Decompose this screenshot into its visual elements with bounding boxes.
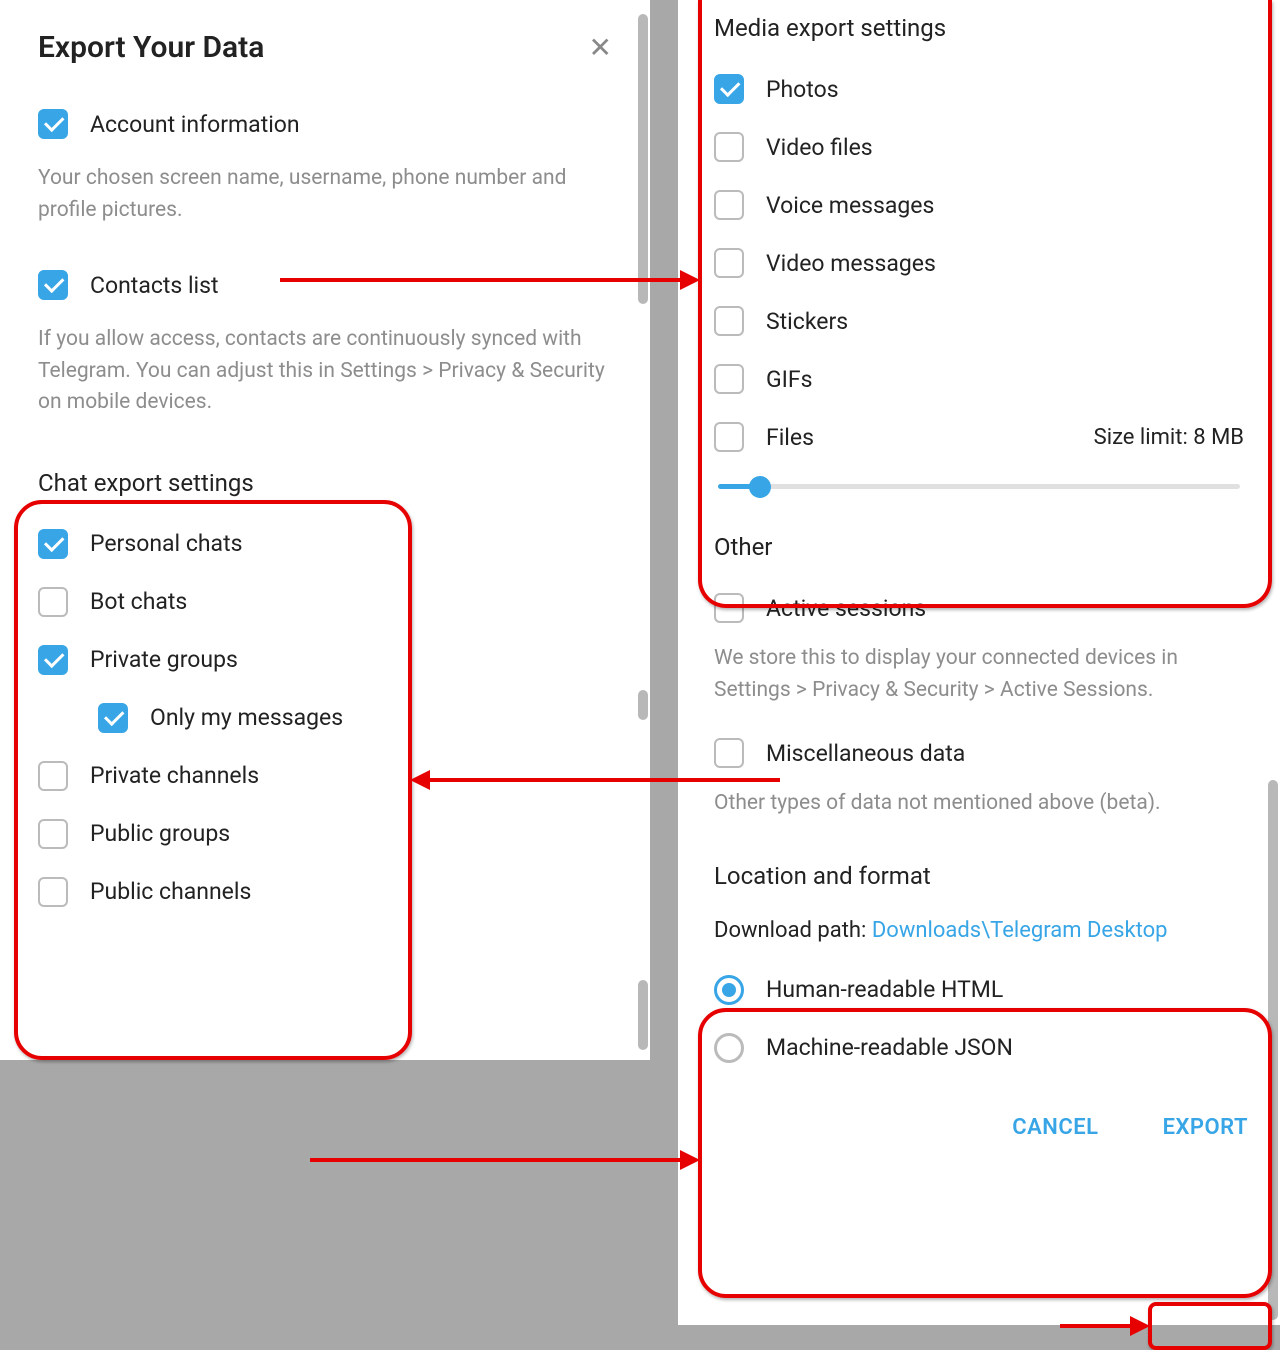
cancel-button[interactable]: CANCEL xyxy=(994,1107,1116,1148)
dialog-title: Export Your Data xyxy=(38,30,264,65)
active-sessions-checkbox[interactable] xyxy=(714,593,744,623)
scrollbar-left-3[interactable] xyxy=(638,980,648,1050)
scrollbar-left-2[interactable] xyxy=(638,690,648,720)
chat-export-title: Chat export settings xyxy=(38,469,612,497)
export-dialog-right: Media export settings Photos Video files… xyxy=(678,0,1280,1325)
format-html-label: Human-readable HTML xyxy=(766,976,1003,1003)
public-groups-checkbox[interactable] xyxy=(38,819,68,849)
location-format-section: Location and format Download path: Downl… xyxy=(678,838,1280,1077)
size-slider-thumb[interactable] xyxy=(749,476,771,498)
video-messages-label: Video messages xyxy=(766,250,936,277)
account-info-row[interactable]: Account information xyxy=(38,95,612,153)
close-icon[interactable]: ✕ xyxy=(589,31,612,64)
stickers-checkbox[interactable] xyxy=(714,306,744,336)
export-dialog-left: Export Your Data ✕ Account information Y… xyxy=(0,0,650,1060)
stickers-row[interactable]: Stickers xyxy=(714,292,1244,350)
size-slider[interactable] xyxy=(714,466,1244,509)
download-path-label: Download path: xyxy=(714,918,872,943)
format-json-label: Machine-readable JSON xyxy=(766,1034,1013,1061)
private-groups-checkbox[interactable] xyxy=(38,645,68,675)
photos-checkbox[interactable] xyxy=(714,74,744,104)
video-files-checkbox[interactable] xyxy=(714,132,744,162)
files-row[interactable]: Files Size limit: 8 MB xyxy=(714,408,1244,466)
gifs-label: GIFs xyxy=(766,366,813,393)
misc-data-label: Miscellaneous data xyxy=(766,740,965,767)
private-channels-label: Private channels xyxy=(90,762,259,789)
contacts-label: Contacts list xyxy=(90,272,219,299)
personal-chats-label: Personal chats xyxy=(90,530,242,557)
files-checkbox[interactable] xyxy=(714,422,744,452)
personal-chats-row[interactable]: Personal chats xyxy=(38,515,612,573)
active-sessions-row[interactable]: Active sessions xyxy=(714,579,1244,637)
scrollbar-left-1[interactable] xyxy=(638,14,648,304)
misc-data-desc: Other types of data not mentioned above … xyxy=(714,782,1244,838)
private-channels-checkbox[interactable] xyxy=(38,761,68,791)
bot-chats-label: Bot chats xyxy=(90,588,187,615)
size-limit-label: Size limit: 8 MB xyxy=(1094,425,1244,450)
other-section: Other Active sessions We store this to d… xyxy=(678,509,1280,838)
only-my-messages-row[interactable]: Only my messages xyxy=(38,689,612,747)
photos-row[interactable]: Photos xyxy=(714,60,1244,118)
location-format-title: Location and format xyxy=(714,862,1244,890)
only-my-messages-label: Only my messages xyxy=(150,704,343,731)
format-json-row[interactable]: Machine-readable JSON xyxy=(714,1019,1244,1077)
export-button[interactable]: EXPORT xyxy=(1145,1107,1266,1148)
account-info-label: Account information xyxy=(90,111,300,138)
personal-chats-checkbox[interactable] xyxy=(38,529,68,559)
gifs-row[interactable]: GIFs xyxy=(714,350,1244,408)
annotation-arrow-3 xyxy=(310,1140,700,1180)
only-my-messages-checkbox[interactable] xyxy=(98,703,128,733)
media-export-title: Media export settings xyxy=(714,0,1244,42)
video-messages-checkbox[interactable] xyxy=(714,248,744,278)
misc-data-checkbox[interactable] xyxy=(714,738,744,768)
contacts-desc: If you allow access, contacts are contin… xyxy=(0,324,650,439)
gifs-checkbox[interactable] xyxy=(714,364,744,394)
account-section: Account information xyxy=(0,85,650,163)
format-html-radio[interactable] xyxy=(714,975,744,1005)
dialog-header: Export Your Data ✕ xyxy=(0,0,650,85)
media-export-section: Media export settings Photos Video files… xyxy=(678,0,1280,509)
misc-data-row[interactable]: Miscellaneous data xyxy=(714,724,1244,782)
account-info-desc: Your chosen screen name, username, phone… xyxy=(0,163,650,246)
active-sessions-label: Active sessions xyxy=(766,595,926,622)
format-html-row[interactable]: Human-readable HTML xyxy=(714,961,1244,1019)
chat-export-section: Chat export settings Personal chats Bot … xyxy=(0,439,650,931)
voice-messages-label: Voice messages xyxy=(766,192,934,219)
public-channels-row[interactable]: Public channels xyxy=(38,863,612,921)
private-groups-row[interactable]: Private groups xyxy=(38,631,612,689)
format-json-radio[interactable] xyxy=(714,1033,744,1063)
contacts-checkbox[interactable] xyxy=(38,270,68,300)
public-channels-label: Public channels xyxy=(90,878,251,905)
bot-chats-row[interactable]: Bot chats xyxy=(38,573,612,631)
account-info-checkbox[interactable] xyxy=(38,109,68,139)
size-slider-track[interactable] xyxy=(718,484,1240,489)
download-path-link[interactable]: Downloads\Telegram Desktop xyxy=(872,918,1168,943)
contacts-section: Contacts list xyxy=(0,246,650,324)
download-path-row: Download path: Downloads\Telegram Deskto… xyxy=(714,908,1244,961)
voice-messages-checkbox[interactable] xyxy=(714,190,744,220)
bot-chats-checkbox[interactable] xyxy=(38,587,68,617)
stickers-label: Stickers xyxy=(766,308,848,335)
public-channels-checkbox[interactable] xyxy=(38,877,68,907)
contacts-row[interactable]: Contacts list xyxy=(38,256,612,314)
private-channels-row[interactable]: Private channels xyxy=(38,747,612,805)
private-groups-label: Private groups xyxy=(90,646,238,673)
public-groups-row[interactable]: Public groups xyxy=(38,805,612,863)
dialog-buttons: CANCEL EXPORT xyxy=(678,1077,1280,1158)
public-groups-label: Public groups xyxy=(90,820,230,847)
voice-messages-row[interactable]: Voice messages xyxy=(714,176,1244,234)
files-label: Files xyxy=(766,424,814,451)
other-title: Other xyxy=(714,533,1244,561)
video-files-label: Video files xyxy=(766,134,873,161)
photos-label: Photos xyxy=(766,76,839,103)
scrollbar-right[interactable] xyxy=(1268,780,1278,1320)
video-files-row[interactable]: Video files xyxy=(714,118,1244,176)
active-sessions-desc: We store this to display your connected … xyxy=(714,637,1244,724)
video-messages-row[interactable]: Video messages xyxy=(714,234,1244,292)
